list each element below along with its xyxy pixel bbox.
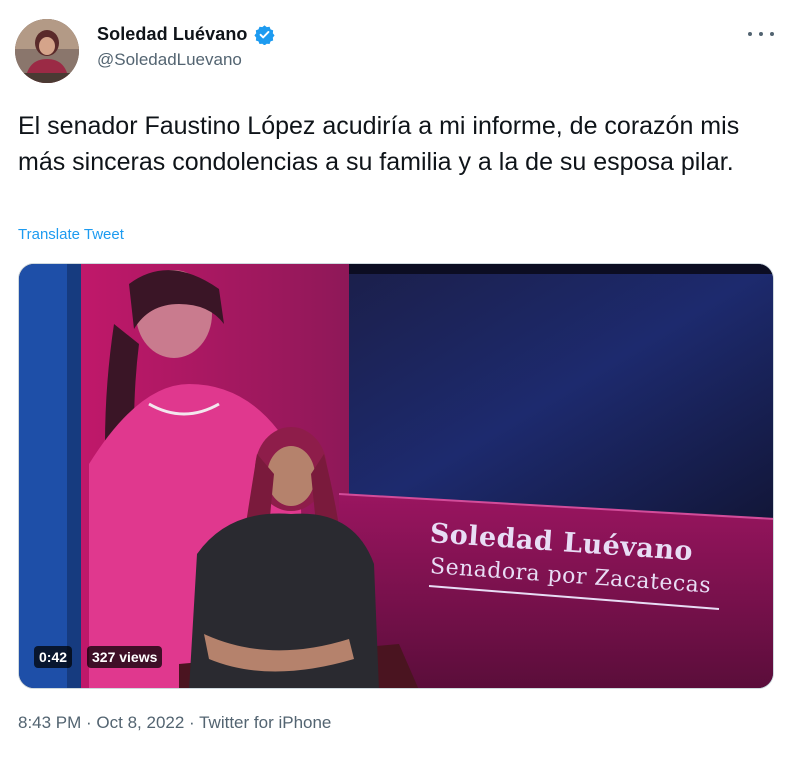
- video-duration: 0:42: [34, 646, 73, 668]
- translate-tweet-link[interactable]: Translate Tweet: [18, 226, 124, 243]
- avatar[interactable]: [15, 19, 79, 83]
- video-player[interactable]: Soledad Luévano Senadora por Zacatecas 0…: [18, 263, 774, 689]
- author-block: Soledad Luévano @SoledadLuevano: [97, 24, 275, 70]
- more-options-icon[interactable]: [748, 26, 774, 42]
- video-views: 327 views: [87, 646, 163, 668]
- author-name[interactable]: Soledad Luévano: [97, 24, 248, 45]
- tweet: Soledad Luévano @SoledadLuevano El senad…: [0, 0, 800, 759]
- author-handle[interactable]: @SoledadLuevano: [97, 50, 275, 70]
- tweet-text: El senador Faustino López acudiría a mi …: [18, 112, 740, 176]
- tweet-timestamp[interactable]: 8:43 PM · Oct 8, 2022 · Twitter for iPho…: [18, 713, 331, 733]
- video-thumbnail: [19, 264, 773, 688]
- verified-badge-icon: [253, 24, 275, 46]
